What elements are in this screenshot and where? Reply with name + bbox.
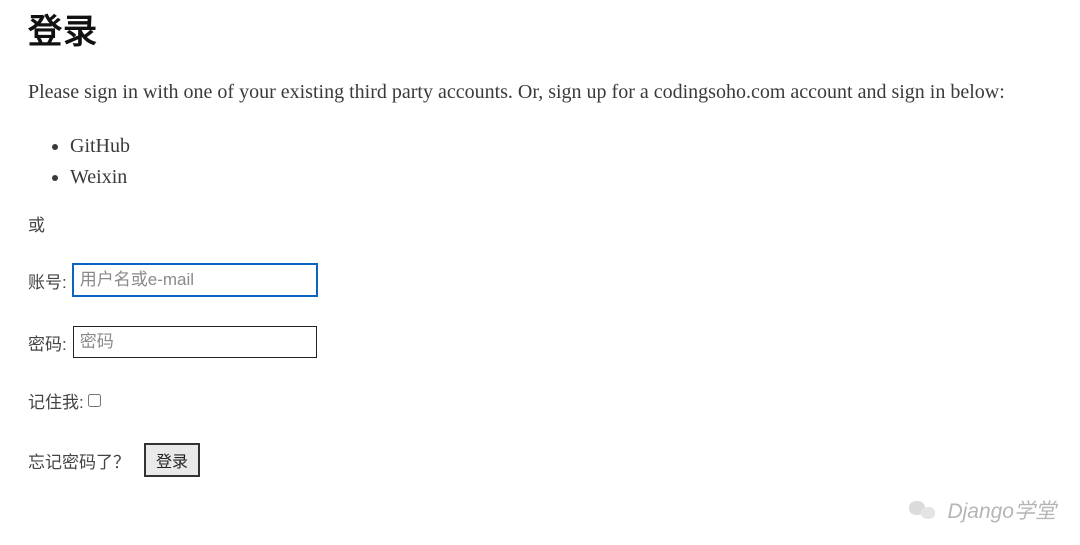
- remember-label: 记住我:: [28, 388, 84, 413]
- remember-row: 记住我:: [28, 388, 1052, 413]
- password-row: 密码:: [28, 326, 1052, 358]
- username-row: 账号:: [28, 264, 1052, 296]
- watermark: Django学堂: [909, 495, 1056, 525]
- username-input[interactable]: [73, 264, 317, 296]
- username-label: 账号:: [28, 268, 67, 293]
- remember-checkbox[interactable]: [88, 394, 101, 407]
- intro-text: Please sign in with one of your existing…: [28, 77, 1052, 107]
- provider-item-github[interactable]: GitHub: [70, 131, 1052, 162]
- password-input[interactable]: [73, 326, 317, 358]
- watermark-text: Django学堂: [947, 495, 1056, 525]
- login-page: 登录 Please sign in with one of your exist…: [0, 4, 1080, 477]
- provider-item-weixin[interactable]: Weixin: [70, 162, 1052, 193]
- or-separator: 或: [28, 211, 1052, 236]
- forgot-password-link[interactable]: 忘记密码了？: [28, 448, 130, 473]
- action-row: 忘记密码了？ 登录: [28, 443, 1052, 477]
- page-title: 登录: [28, 4, 1052, 53]
- wechat-icon: [909, 498, 939, 522]
- provider-list: GitHub Weixin: [28, 131, 1052, 193]
- password-label: 密码:: [28, 330, 67, 355]
- submit-button[interactable]: 登录: [144, 443, 200, 477]
